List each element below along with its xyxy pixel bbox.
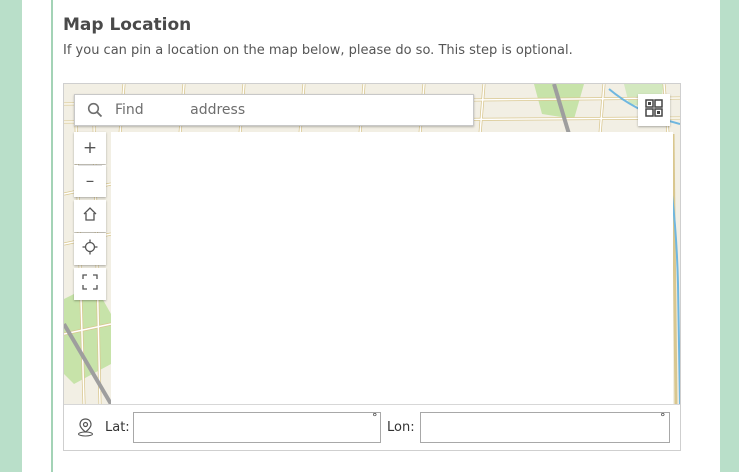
coordinate-bar: Lat: ° Lon: ° [64, 404, 680, 450]
zoom-divider [78, 165, 102, 166]
form-card: Map Location If you can pin a location o… [22, 0, 720, 472]
latitude-unit: ° [372, 411, 378, 424]
zoom-out-button[interactable]: – [74, 165, 106, 197]
section-title: Map Location [63, 15, 192, 35]
home-icon [82, 206, 98, 226]
fullscreen-icon [82, 274, 98, 294]
longitude-label: Lon: [387, 420, 415, 435]
section-subtitle: If you can pin a location on the map bel… [63, 43, 573, 58]
zoom-in-icon: + [82, 138, 98, 158]
fullscreen-button[interactable] [74, 268, 106, 300]
longitude-input[interactable] [420, 412, 670, 443]
home-button[interactable] [74, 200, 106, 232]
address-search [74, 94, 474, 126]
longitude-unit: ° [660, 411, 666, 424]
basemap-gallery-button[interactable] [638, 94, 670, 126]
search-icon [75, 94, 115, 126]
zoom-in-button[interactable]: + [74, 132, 106, 164]
map-widget: + – [63, 83, 681, 451]
locate-icon [82, 239, 98, 259]
card-accent-rule [51, 0, 53, 472]
basemap-gallery-icon [645, 99, 663, 121]
zoom-out-icon: – [85, 171, 95, 191]
latitude-input[interactable] [133, 412, 381, 443]
map-pin-icon [77, 418, 94, 441]
latitude-label: Lat: [105, 420, 130, 435]
map-unloaded-area [111, 132, 673, 404]
map-view[interactable]: + – [64, 84, 680, 404]
locate-button[interactable] [74, 233, 106, 265]
address-search-input[interactable] [115, 96, 465, 124]
